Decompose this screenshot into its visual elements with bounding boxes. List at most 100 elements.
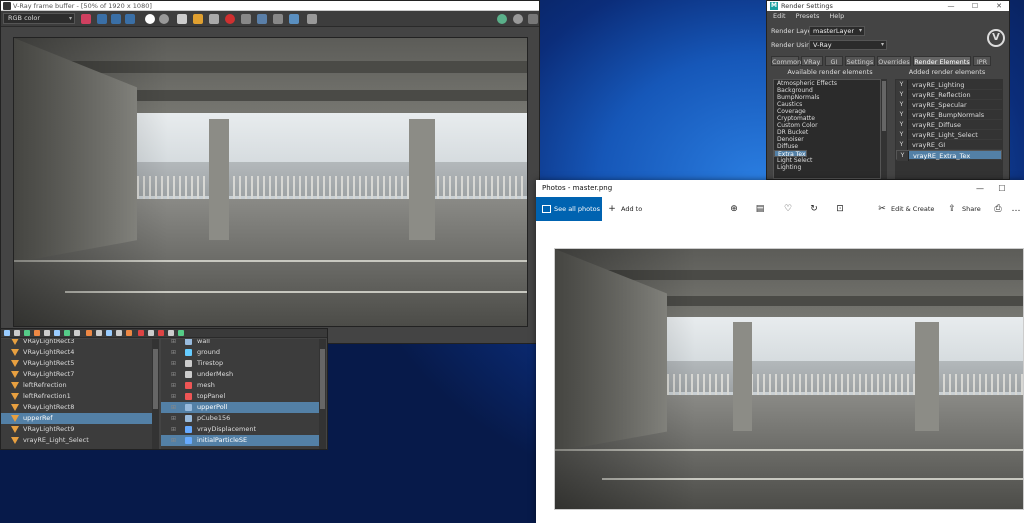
added-element-item[interactable]: YvrayRE_BumpNormals (896, 110, 1002, 120)
outliner-tool-icon[interactable] (24, 330, 30, 336)
available-element-item[interactable]: Cryptomatte (774, 115, 880, 122)
outliner-tool-icon[interactable] (158, 330, 164, 336)
tree-expand-icon[interactable]: ⊞ (171, 339, 176, 347)
tab-overrides[interactable]: Overrides (877, 56, 911, 66)
share-button[interactable]: Share (962, 197, 981, 221)
outliner-item[interactable]: ⊞ initialParticleSE (161, 435, 319, 446)
render-icon[interactable] (497, 14, 507, 24)
color-picker-icon[interactable] (81, 14, 91, 24)
crop-icon[interactable]: ⊡ (834, 203, 846, 215)
outliner-tool-icon[interactable] (138, 330, 144, 336)
zoom-icon[interactable]: ⊕ (728, 203, 740, 215)
available-element-item[interactable]: Caustics (774, 101, 880, 108)
available-element-item[interactable]: BumpNormals (774, 94, 880, 101)
outliner-item[interactable]: ⊞ wall (161, 339, 319, 347)
tree-expand-icon[interactable]: ⊞ (171, 380, 176, 391)
added-element-item[interactable]: YvrayRE_Specular (896, 100, 1002, 110)
added-element-item[interactable]: YvrayRE_GI (896, 140, 1002, 150)
tab-vray[interactable]: VRay (801, 56, 823, 66)
outliner-item[interactable]: ⊞ Tirestop (161, 358, 319, 369)
tab-settings[interactable]: Settings (845, 56, 875, 66)
tree-expand-icon[interactable]: ⊞ (171, 358, 176, 369)
more-icon[interactable]: … (1010, 203, 1022, 215)
minimize-icon[interactable]: — (972, 180, 988, 197)
outliner-tool-icon[interactable] (4, 330, 10, 336)
available-element-item[interactable]: Custom Color (774, 122, 880, 129)
render-using-select[interactable]: V-Ray ▾ (809, 40, 887, 50)
rs-titlebar[interactable]: M Render Settings — ☐ ✕ (767, 1, 1009, 11)
maximize-icon[interactable]: ☐ (994, 180, 1010, 197)
enabled-flag[interactable]: Y (896, 140, 908, 150)
scrollbar[interactable] (319, 339, 326, 449)
tab-gi[interactable]: GI (825, 56, 843, 66)
tab-render-elements[interactable]: Render Elements (913, 56, 971, 66)
outliner-item[interactable]: ⊞ underMesh (161, 369, 319, 380)
outliner-tool-icon[interactable] (14, 330, 20, 336)
tree-expand-icon[interactable]: ⊞ (171, 424, 176, 435)
menu-presets[interactable]: Presets (796, 12, 820, 20)
plus-icon[interactable]: + (606, 203, 618, 215)
display-icon[interactable] (289, 14, 299, 24)
tree-expand-icon[interactable]: ⊞ (171, 391, 176, 402)
added-element-item[interactable]: YvrayRE_Reflection (896, 90, 1002, 100)
outliner-item[interactable]: ⊞ upperPoll (161, 402, 319, 413)
outliner-tool-icon[interactable] (148, 330, 154, 336)
outliner-item[interactable]: VRayLightRect4 (1, 347, 153, 358)
outliner-item[interactable]: ⊞ pCube156 (161, 413, 319, 424)
available-element-item[interactable]: Lighting (774, 164, 880, 171)
expand-icon[interactable] (307, 14, 317, 24)
outliner-tool-icon[interactable] (178, 330, 184, 336)
delete-icon[interactable]: ▤ (754, 203, 766, 215)
outliner-item[interactable]: VRayLightRect8 (1, 402, 153, 413)
tree-expand-icon[interactable]: ⊞ (171, 369, 176, 380)
track-mouse-icon[interactable] (257, 14, 267, 24)
ipr-icon[interactable] (513, 14, 523, 24)
rotate-icon[interactable]: ↻ (808, 203, 820, 215)
save-icon[interactable] (177, 14, 187, 24)
white-dot-icon[interactable] (145, 14, 155, 24)
available-element-item[interactable]: Background (774, 87, 880, 94)
print-icon[interactable]: ⎙ (992, 203, 1004, 215)
share-icon[interactable]: ⇪ (946, 203, 958, 215)
available-element-item[interactable]: DR Bucket (774, 129, 880, 136)
outliner-item[interactable]: ⊞ topPanel (161, 391, 319, 402)
edit-create-button[interactable]: Edit & Create (891, 197, 934, 221)
outliner-item[interactable]: vrayRE_Light_Select (1, 435, 153, 446)
green-channel-icon[interactable] (111, 14, 121, 24)
added-element-item[interactable]: YvrayRE_Light_Select (896, 130, 1002, 140)
render-layer-select[interactable]: masterLayer ▾ (809, 26, 865, 36)
scrollbar[interactable] (881, 79, 887, 179)
enabled-flag[interactable]: Y (896, 100, 908, 110)
outliner-tool-icon[interactable] (64, 330, 70, 336)
mono-icon[interactable] (159, 14, 169, 24)
stop-render-icon[interactable] (225, 14, 235, 24)
enabled-flag[interactable]: Y (896, 80, 908, 90)
see-all-photos-button[interactable]: See all photos (536, 197, 602, 221)
outliner-tool-icon[interactable] (34, 330, 40, 336)
link-icon[interactable] (273, 14, 283, 24)
minimize-icon[interactable]: — (945, 1, 957, 11)
load-icon[interactable] (193, 14, 203, 24)
enabled-flag[interactable]: Y (896, 120, 908, 130)
outliner-tool-icon[interactable] (54, 330, 60, 336)
enabled-flag[interactable]: Y (896, 90, 908, 100)
tree-expand-icon[interactable]: ⊞ (171, 435, 176, 446)
added-element-item[interactable]: YvrayRE_Lighting (896, 80, 1002, 90)
outliner-tool-icon[interactable] (86, 330, 92, 336)
settings-icon[interactable] (528, 14, 538, 24)
region-render-icon[interactable] (241, 14, 251, 24)
outliner-tool-icon[interactable] (96, 330, 102, 336)
clear-icon[interactable] (209, 14, 219, 24)
outliner-tool-icon[interactable] (106, 330, 112, 336)
outliner-tool-icon[interactable] (116, 330, 122, 336)
outliner-item[interactable]: leftRefrection1 (1, 391, 153, 402)
available-element-item[interactable]: Diffuse (774, 143, 880, 150)
tree-expand-icon[interactable]: ⊞ (171, 347, 176, 358)
outliner-tool-icon[interactable] (74, 330, 80, 336)
favorite-icon[interactable]: ♡ (782, 203, 794, 215)
outliner-item[interactable]: ⊞ vrayDisplacement (161, 424, 319, 435)
available-element-item[interactable]: Coverage (774, 108, 880, 115)
available-element-item[interactable]: Denoiser (774, 136, 880, 143)
outliner-tool-icon[interactable] (126, 330, 132, 336)
add-to-button[interactable]: Add to (621, 197, 642, 221)
